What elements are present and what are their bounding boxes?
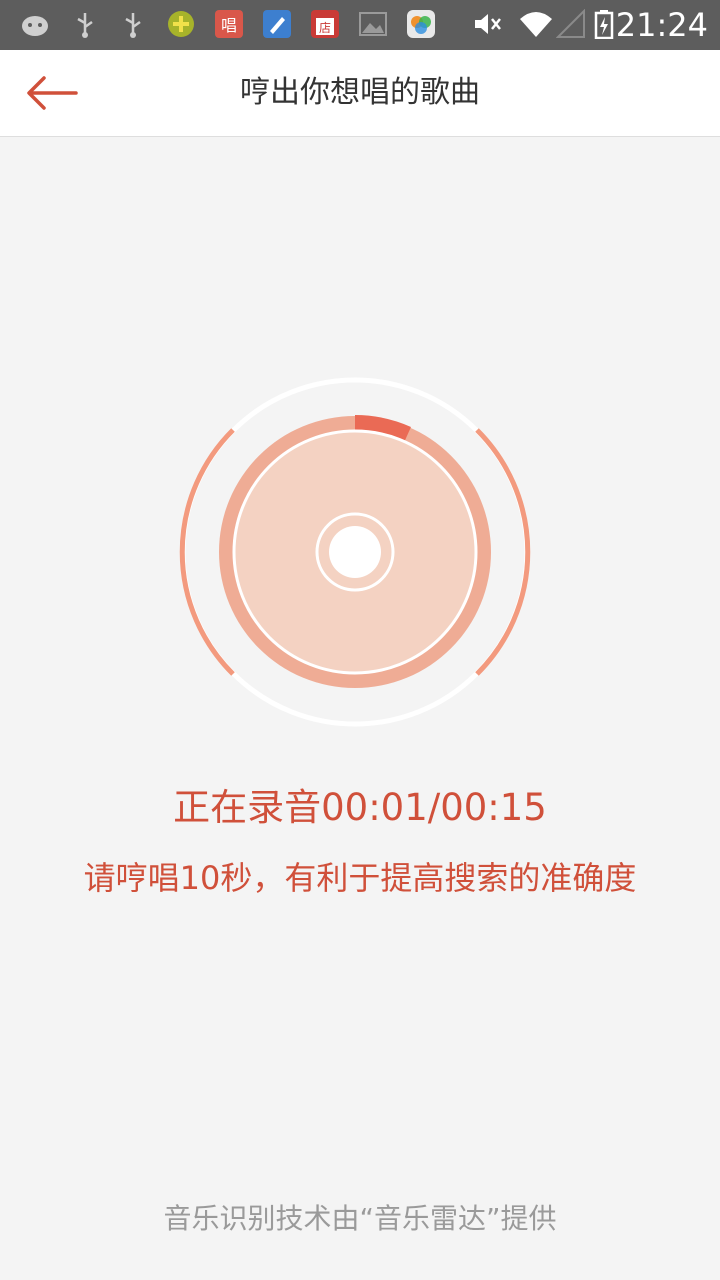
credit-text: 音乐识别技术由“音乐雷达”提供	[163, 1202, 557, 1235]
recording-status: 正在录音00:01/00:15	[173, 786, 547, 829]
image-icon	[359, 12, 387, 36]
usb-icon	[77, 13, 93, 38]
usb-icon	[125, 13, 141, 38]
page-title: 哼出你想唱的歌曲	[240, 75, 480, 110]
android-icon	[22, 16, 48, 36]
header-bar: 哼出你想唱的歌曲	[0, 50, 720, 137]
app-icon-colorful	[407, 10, 435, 38]
wifi-icon	[520, 12, 552, 37]
recording-progress-disc	[179, 377, 531, 727]
store-app-icon: 店	[311, 10, 339, 38]
battery-charging-icon	[594, 10, 614, 39]
mute-icon	[475, 14, 501, 34]
clock: 21:24	[615, 6, 708, 44]
svg-text:唱: 唱	[221, 16, 237, 35]
record-disc[interactable]	[175, 375, 535, 735]
hum-hint: 请哼唱10秒，有利于提高搜索的准确度	[83, 859, 637, 897]
clean-app-icon	[263, 10, 291, 38]
app-icon-green	[168, 11, 194, 37]
sing-app-icon: 唱	[215, 10, 243, 38]
svg-text:店: 店	[319, 21, 331, 35]
no-signal-icon	[556, 9, 585, 38]
status-bar: 唱 店 21:24	[0, 0, 720, 50]
disc-center-hole	[329, 526, 381, 578]
